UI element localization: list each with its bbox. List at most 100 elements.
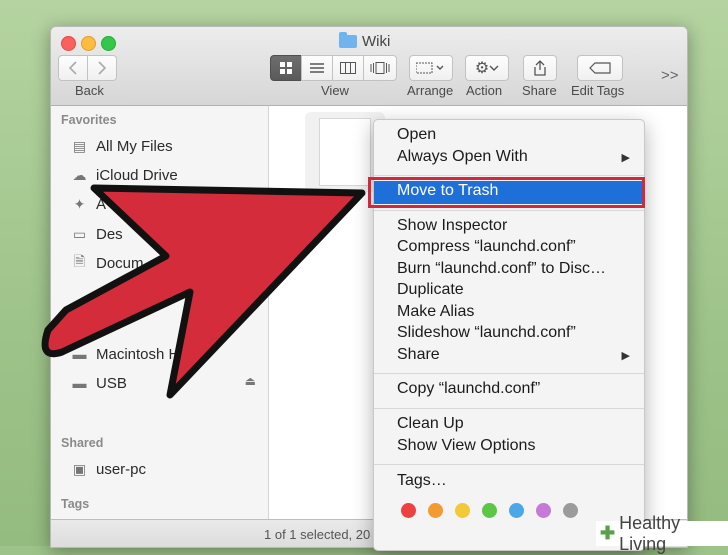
gear-icon: ⚙ (474, 60, 490, 77)
cover-flow-button[interactable] (363, 55, 397, 81)
highlight-box (368, 177, 645, 208)
view-label: View (321, 83, 349, 98)
status-text: 1 of 1 selected, 20 (264, 527, 371, 542)
back-label: Back (75, 83, 104, 98)
documents-icon: 🗎 (73, 253, 86, 269)
menu-item-make-alias[interactable]: Make Alias (374, 302, 644, 324)
menu-item-show-inspector[interactable]: Show Inspector (374, 216, 644, 238)
minimize-window-button[interactable] (81, 36, 96, 51)
arrange-grid-icon (416, 62, 444, 74)
sidebar-item-macintosh-hd[interactable]: ▬ Macintosh H (71, 343, 180, 365)
menu-item-show-view-options[interactable]: Show View Options (374, 436, 644, 458)
menu-item-label: Show View Options (397, 437, 536, 454)
edit-tags-button[interactable] (577, 55, 623, 81)
menu-item-label: Always Open With (397, 148, 528, 165)
action-label: Action (466, 83, 503, 98)
submenu-arrow-icon: ▶ (621, 152, 630, 164)
chevron-down-icon (489, 65, 499, 71)
icon-view-button[interactable] (270, 55, 302, 81)
menu-item-label: Copy “launchd.conf” (397, 380, 541, 397)
edit-tags-label: Edit Tags (571, 83, 625, 98)
icon-grid-icon (280, 62, 292, 74)
menu-item-burn-to-disc[interactable]: Burn “launchd.conf” to Disc… (374, 259, 644, 281)
menu-item-tags[interactable]: Tags… (374, 471, 644, 493)
sidebar-item-label: user-pc (96, 460, 147, 478)
back-button[interactable] (58, 55, 88, 81)
list-icon (310, 63, 324, 73)
menu-separator (374, 464, 644, 465)
menu-item-slideshow[interactable]: Slideshow “launchd.conf” (374, 323, 644, 345)
menu-item-always-open-with[interactable]: Always Open With ▶ (374, 147, 644, 169)
chevron-right-icon (98, 61, 107, 75)
sidebar-item-all-my-files[interactable]: ▤ All My Files (71, 135, 173, 157)
sidebar-item-label: All My Files (96, 137, 173, 155)
tag-blue-dot[interactable] (509, 503, 524, 518)
cloud-icon: ☁ (72, 166, 87, 183)
menu-item-copy[interactable]: Copy “launchd.conf” (374, 379, 644, 401)
sidebar-item-label: Des (96, 225, 123, 243)
menu-separator (374, 210, 644, 211)
shared-header: Shared (61, 436, 104, 450)
window-title-text: Wiki (362, 33, 391, 50)
menu-item-open[interactable]: Open (374, 125, 644, 147)
arrange-button[interactable] (409, 55, 453, 81)
hard-drive-icon: ▬ (72, 346, 87, 362)
sidebar-item-label: Docum (96, 254, 144, 272)
folder-icon (339, 32, 357, 48)
tag-gray-dot[interactable] (563, 503, 578, 518)
share-label: Share (522, 83, 557, 98)
menu-item-label: Slideshow “launchd.conf” (397, 324, 576, 341)
leaf-cross-icon: ✚ (600, 523, 616, 543)
toolbar-overflow-button[interactable]: >> (661, 67, 679, 84)
sidebar-item-label: USB (96, 374, 127, 392)
sidebar-item-usb[interactable]: ▬ USB ⏏ (71, 372, 257, 394)
cover-flow-icon (370, 62, 390, 74)
menu-item-compress[interactable]: Compress “launchd.conf” (374, 237, 644, 259)
column-view-button[interactable] (332, 55, 364, 81)
close-window-button[interactable] (61, 36, 76, 51)
watermark-text: Healthy Living (619, 512, 681, 554)
tag-green-dot[interactable] (482, 503, 497, 518)
menu-item-label: Make Alias (397, 303, 475, 320)
action-button[interactable]: ⚙ (465, 55, 509, 81)
tag-icon (589, 62, 611, 74)
tag-purple-dot[interactable] (536, 503, 551, 518)
computer-icon: ▣ (72, 460, 87, 477)
view-segmented-control (270, 55, 397, 81)
eject-icon[interactable]: ⏏ (245, 374, 256, 388)
menu-item-share[interactable]: Share ▶ (374, 345, 644, 367)
sidebar-item-applications[interactable]: ✦ A (71, 193, 106, 215)
menu-item-label: Compress “launchd.conf” (397, 238, 576, 255)
window-title: Wiki (339, 32, 391, 50)
menu-separator (374, 373, 644, 374)
zoom-window-button[interactable] (101, 36, 116, 51)
tag-orange-dot[interactable] (428, 503, 443, 518)
sidebar-item-label: iCloud Drive (96, 166, 178, 184)
share-icon (534, 60, 546, 76)
arrange-label: Arrange (407, 83, 454, 98)
tag-yellow-dot[interactable] (455, 503, 470, 518)
menu-separator (374, 408, 644, 409)
tag-red-dot[interactable] (401, 503, 416, 518)
list-view-button[interactable] (301, 55, 333, 81)
sidebar-item-icloud-drive[interactable]: ☁ iCloud Drive (71, 164, 178, 186)
menu-item-label: Tags… (397, 472, 447, 489)
sidebar-item-label: Macintosh H (96, 345, 180, 363)
menu-item-label: Show Inspector (397, 217, 508, 234)
sidebar-item-desktop[interactable]: ▭ Des (71, 223, 123, 245)
share-button[interactable] (523, 55, 557, 81)
submenu-arrow-icon: ▶ (621, 350, 630, 362)
forward-button[interactable] (87, 55, 117, 81)
sidebar-item-label: A (96, 195, 107, 213)
menu-item-duplicate[interactable]: Duplicate (374, 280, 644, 302)
sidebar-item-user-pc[interactable]: ▣ user-pc (71, 458, 146, 480)
menu-item-clean-up[interactable]: Clean Up (374, 414, 644, 436)
menu-item-label: Share (397, 346, 440, 363)
menu-separator (374, 175, 644, 176)
watermark: ✚ Healthy Living (596, 513, 728, 554)
chevron-left-icon (68, 61, 77, 75)
toolbar: Wiki Back View Arrange ⚙ Action Share Ed… (51, 27, 687, 106)
sidebar-item-documents[interactable]: 🗎 Docum (71, 252, 144, 274)
applications-icon: ✦ (73, 195, 86, 212)
usb-drive-icon: ▬ (72, 375, 87, 391)
